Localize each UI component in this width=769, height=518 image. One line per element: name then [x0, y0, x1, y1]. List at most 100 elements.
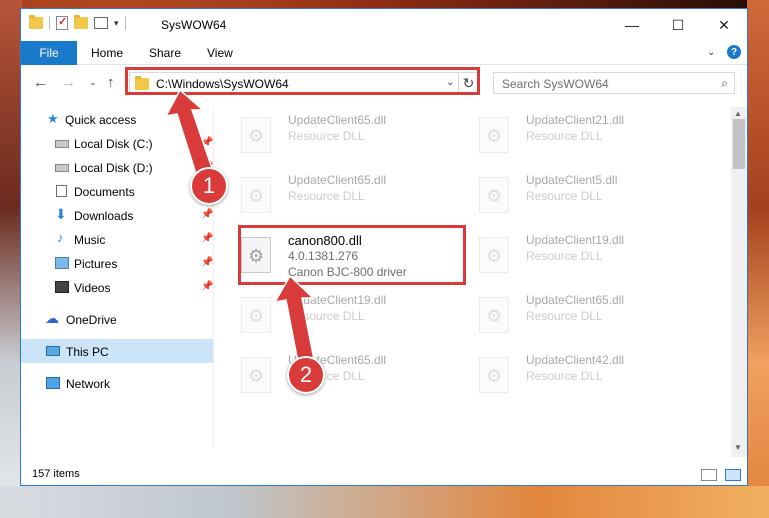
dll-file-icon [479, 117, 509, 153]
dll-file-icon [479, 297, 509, 333]
file-description: Resource DLL [526, 189, 603, 203]
search-placeholder: Search SysWOW64 [502, 77, 609, 91]
step-1-badge: 1 [190, 167, 228, 205]
file-description: Resource DLL [526, 129, 603, 143]
desktop-background-left [0, 0, 22, 518]
tab-file[interactable]: File [21, 41, 77, 65]
file-name: UpdateClient19.dll [526, 233, 625, 247]
sidebar-item-documents[interactable]: Documents 📌 [21, 179, 213, 203]
sidebar-item-videos[interactable]: Videos 📌 [21, 275, 213, 299]
file-name: UpdateClient65.dll [288, 173, 387, 187]
details-view-icon[interactable] [701, 469, 717, 481]
search-input[interactable]: Search SysWOW64 ⌕ [493, 72, 735, 94]
scrollbar-thumb[interactable] [733, 119, 745, 169]
sidebar-item-quick-access[interactable]: ★ Quick access [21, 107, 213, 131]
list-item[interactable]: UpdateClient5.dll Resource DLL [459, 169, 689, 221]
list-item[interactable]: UpdateClient65.dll Resource DLL [221, 109, 451, 161]
disk-icon [55, 140, 69, 148]
sidebar-item-label: Local Disk (D:) [74, 161, 153, 175]
desktop-background-right [747, 0, 769, 518]
pin-icon: 📌 [201, 281, 214, 292]
sidebar-item-label: This PC [66, 345, 109, 359]
pane-divider[interactable] [213, 107, 214, 449]
navigation-pane: ★ Quick access Local Disk (C:) 📌 Local D… [21, 107, 213, 449]
recent-locations-chevron-icon[interactable]: ⌄ [89, 77, 97, 88]
step-2-badge: 2 [287, 356, 325, 394]
file-name: UpdateClient65.dll [288, 113, 387, 127]
dll-file-icon [479, 237, 509, 273]
folder-icon [29, 15, 43, 29]
list-item[interactable]: UpdateClient65.dll Resource DLL [221, 349, 451, 401]
list-item[interactable]: UpdateClient65.dll Resource DLL [459, 289, 689, 341]
scroll-up-icon[interactable]: ▲ [734, 109, 742, 118]
list-item[interactable]: UpdateClient65.dll Resource DLL [221, 169, 451, 221]
close-button[interactable]: ✕ [701, 9, 747, 41]
toolbar-divider [124, 16, 126, 30]
list-item[interactable]: UpdateClient19.dll Resource DLL [221, 289, 451, 341]
scroll-down-icon[interactable]: ▼ [734, 443, 742, 452]
sidebar-item-label: Quick access [65, 113, 137, 127]
file-name: UpdateClient65.dll [526, 293, 625, 307]
dll-file-icon [479, 357, 509, 393]
file-name: UpdateClient21.dll [526, 113, 625, 127]
expand-ribbon-chevron-icon[interactable]: ⌄ [707, 47, 715, 58]
list-item[interactable]: UpdateClient21.dll Resource DLL [459, 109, 689, 161]
sidebar-item-local-disk-d[interactable]: Local Disk (D:) 📌 [21, 155, 213, 179]
sidebar-item-music[interactable]: ♪ Music 📌 [21, 227, 213, 251]
file-description: Resource DLL [526, 249, 603, 263]
tab-share[interactable]: Share [149, 46, 181, 60]
list-item[interactable]: UpdateClient19.dll Resource DLL [459, 229, 689, 281]
list-item[interactable]: UpdateClient42.dll Resource DLL [459, 349, 689, 401]
file-description: Resource DLL [526, 309, 603, 323]
customize-toolbar-chevron-icon[interactable]: ▾ [114, 18, 119, 29]
toolbar-divider [49, 16, 50, 30]
up-button[interactable]: ↑ [107, 74, 115, 91]
ribbon-tabs: File Home Share View ⌄ ? [21, 41, 747, 65]
tab-home[interactable]: Home [91, 46, 123, 60]
window-title: SysWOW64 [161, 18, 227, 32]
forward-button[interactable]: → [61, 74, 76, 91]
new-folder-icon[interactable] [74, 15, 88, 29]
sidebar-item-label: Videos [74, 281, 111, 295]
sidebar-item-onedrive[interactable]: ☁ OneDrive [21, 307, 213, 331]
properties-check-icon[interactable] [56, 15, 68, 30]
sidebar-item-downloads[interactable]: ⬇ Downloads 📌 [21, 203, 213, 227]
large-icons-view-icon[interactable] [725, 469, 741, 481]
downloads-icon: ⬇ [55, 206, 67, 222]
dll-file-icon [241, 357, 271, 393]
help-icon[interactable]: ? [727, 45, 741, 59]
sidebar-item-label: Local Disk (C:) [74, 137, 153, 151]
back-button[interactable]: ← [33, 74, 48, 91]
star-icon: ★ [47, 111, 59, 126]
dll-file-icon [479, 177, 509, 213]
sidebar-item-label: Downloads [74, 209, 134, 223]
pin-icon: 📌 [201, 257, 214, 268]
vertical-scrollbar[interactable]: ▲ ▼ [731, 107, 747, 457]
desktop-background-bottom [0, 486, 769, 518]
maximize-button[interactable]: ☐ [655, 9, 701, 41]
item-count: 157 items [32, 468, 80, 480]
minimize-button[interactable]: — [609, 9, 655, 41]
documents-icon [56, 185, 67, 197]
file-description: Resource DLL [288, 309, 365, 323]
dll-file-icon [241, 297, 271, 333]
view-options-icon[interactable] [94, 17, 108, 29]
sidebar-item-label: Pictures [74, 257, 118, 271]
music-icon: ♪ [57, 230, 64, 245]
pin-icon: 📌 [201, 233, 214, 244]
file-highlight [238, 225, 466, 285]
file-description: Resource DLL [526, 369, 603, 383]
sidebar-item-this-pc[interactable]: This PC [21, 339, 213, 363]
file-description: Resource DLL [288, 189, 365, 203]
disk-icon [55, 164, 69, 172]
search-icon: ⌕ [721, 76, 728, 90]
sidebar-item-pictures[interactable]: Pictures 📌 [21, 251, 213, 275]
quick-access-toolbar: ▾ [29, 15, 126, 30]
pictures-icon [55, 257, 69, 269]
pin-icon: 📌 [201, 137, 214, 148]
sidebar-item-label: OneDrive [66, 313, 117, 327]
sidebar-item-network[interactable]: Network [21, 371, 213, 395]
file-name: UpdateClient42.dll [526, 353, 625, 367]
sidebar-item-local-disk-c[interactable]: Local Disk (C:) 📌 [21, 131, 213, 155]
tab-view[interactable]: View [207, 46, 233, 60]
